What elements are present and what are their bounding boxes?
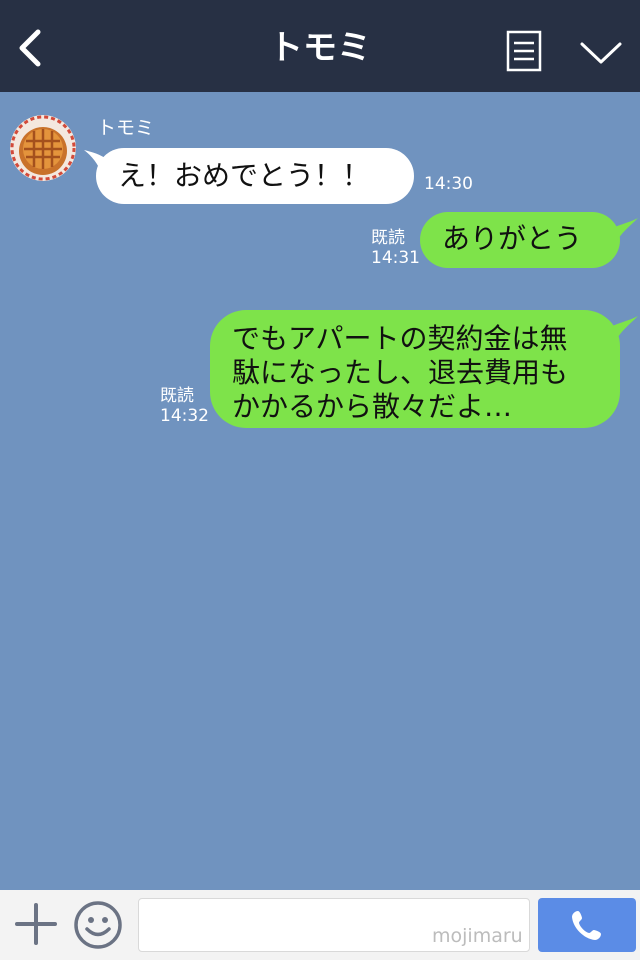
sender-name: トモミ bbox=[97, 117, 155, 139]
read-receipt: 既読 bbox=[371, 228, 405, 248]
emoji-button[interactable] bbox=[73, 900, 123, 950]
collapse-button[interactable] bbox=[576, 34, 626, 70]
chevron-down-icon bbox=[580, 42, 622, 64]
notes-icon bbox=[506, 30, 542, 72]
call-button[interactable] bbox=[538, 898, 636, 952]
phone-icon bbox=[572, 911, 601, 940]
message-line: でもアパートの契約金は無 bbox=[232, 322, 568, 355]
message-time: 14:30 bbox=[424, 174, 473, 194]
avatar-image bbox=[10, 115, 76, 181]
read-receipt: 既読 bbox=[160, 386, 194, 406]
pie-avatar[interactable] bbox=[10, 115, 76, 181]
message-text: え！おめでとう！！ bbox=[118, 159, 371, 192]
message-line: かかるから散々だよ… bbox=[232, 390, 513, 423]
add-attachment-button[interactable] bbox=[14, 902, 58, 946]
received-message-bubble[interactable]: え！おめでとう！！ bbox=[96, 148, 414, 204]
watermark-text: mojimaru bbox=[432, 925, 523, 947]
sent-message-bubble[interactable]: ありがとう bbox=[420, 212, 620, 268]
message-text: ありがとう bbox=[442, 222, 583, 255]
message-time: 14:32 bbox=[160, 406, 209, 426]
notes-button[interactable] bbox=[502, 28, 546, 76]
sent-bubble-tail bbox=[612, 316, 638, 340]
smiley-icon bbox=[74, 901, 122, 949]
sent-bubble-tail bbox=[612, 218, 638, 242]
sent-message-bubble[interactable]: でもアパートの契約金は無 駄になったし、退去費用も かかるから散々だよ… bbox=[210, 310, 620, 428]
message-line: 駄になったし、退去費用も bbox=[232, 356, 569, 389]
message-time: 14:31 bbox=[371, 248, 420, 268]
top-bar: トモミ bbox=[0, 0, 640, 92]
plus-icon bbox=[15, 903, 57, 945]
